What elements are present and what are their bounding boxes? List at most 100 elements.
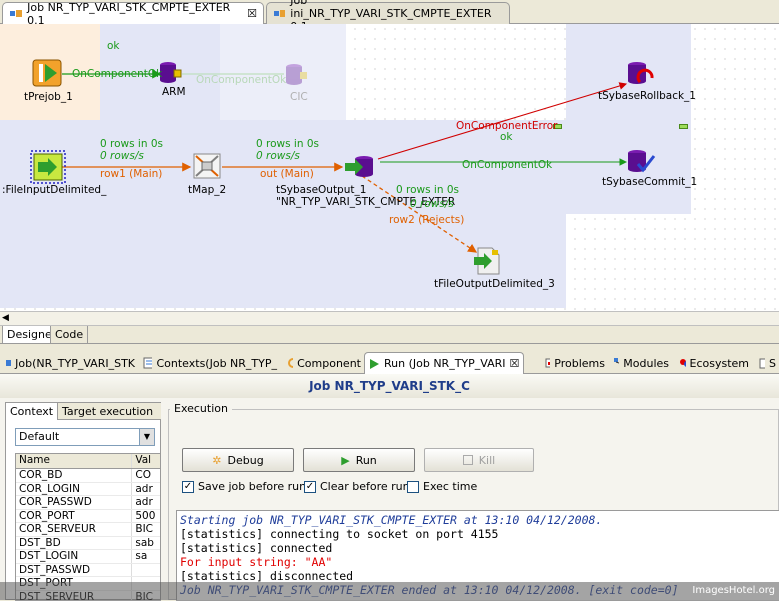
execution-panel: Execution ✲ Debug ▶ Run Kill ✓ Save job … xyxy=(168,402,779,600)
component-label-file-input[interactable]: :FileInputDelimited_ xyxy=(2,184,106,196)
scroll-left-icon[interactable]: ◀ xyxy=(2,313,9,323)
table-row[interactable]: DST_LOGINsa xyxy=(16,550,160,564)
close-icon[interactable]: ☒ xyxy=(247,7,257,20)
kill-button[interactable]: Kill xyxy=(424,448,534,472)
debug-button-label: Debug xyxy=(228,454,264,467)
component-label-arm[interactable]: ARM xyxy=(162,86,186,98)
component-label-rollback[interactable]: tSybaseRollback_1 xyxy=(598,90,696,102)
tab-context[interactable]: Context xyxy=(6,403,58,420)
variable-value[interactable]: sa xyxy=(132,550,160,563)
database-icon[interactable] xyxy=(284,62,308,88)
chevron-down-icon[interactable]: ▼ xyxy=(139,429,154,445)
component-label-tmap[interactable]: tMap_2 xyxy=(188,184,226,196)
problems-icon xyxy=(545,357,550,369)
file-output-icon[interactable] xyxy=(472,246,502,276)
component-icon xyxy=(287,357,293,369)
table-row[interactable]: DST_BDsab xyxy=(16,537,160,551)
tab-ecosystem[interactable]: Ecosystem xyxy=(676,352,752,374)
sybase-output-icon[interactable] xyxy=(344,154,376,180)
editor-tab-job-ini[interactable]: Job ini_NR_TYP_VARI_STK_CMPTE_EXTER 0.1 xyxy=(266,2,510,24)
context-select[interactable]: Default ▼ xyxy=(15,428,155,446)
scheduler-icon xyxy=(759,357,765,369)
tmap-icon[interactable] xyxy=(192,152,222,180)
tab-label: S xyxy=(769,357,776,370)
job-icon xyxy=(5,357,11,369)
column-header-name[interactable]: Name xyxy=(16,454,132,468)
table-row[interactable]: COR_SERVEURBIC xyxy=(16,523,160,537)
run-button[interactable]: ▶ Run xyxy=(303,448,415,472)
link-label-ok: ok xyxy=(107,40,120,52)
file-input-icon[interactable] xyxy=(30,150,66,184)
play-icon: ▶ xyxy=(341,454,349,467)
editor-tab-job[interactable]: Job NR_TYP_VARI_STK_CMPTE_EXTER 0.1 ☒ xyxy=(2,2,264,24)
table-header: Name Val xyxy=(16,454,160,469)
tab-code[interactable]: Code xyxy=(50,326,88,344)
context-select-value: Default xyxy=(19,430,59,443)
tab-label: Job(NR_TYP_VARI_STK xyxy=(15,357,135,370)
variable-value[interactable]: BIC xyxy=(132,523,160,536)
editor-tab-label: Job NR_TYP_VARI_STK_CMPTE_EXTER 0.1 xyxy=(27,1,238,27)
debug-button[interactable]: ✲ Debug xyxy=(182,448,294,472)
table-row[interactable]: COR_PASSWDadr xyxy=(16,496,160,510)
variable-name: DST_BD xyxy=(16,537,132,550)
component-label-file-output[interactable]: tFileOutputDelimited_3 xyxy=(434,278,555,290)
component-label-cic[interactable]: CIC xyxy=(290,91,308,103)
variable-value[interactable]: adr xyxy=(132,496,160,509)
table-row[interactable]: COR_BDCO xyxy=(16,469,160,483)
variable-value[interactable]: adr xyxy=(132,483,160,496)
gear-icon: ✲ xyxy=(212,454,221,467)
tab-label: Problems xyxy=(554,357,605,370)
tab-target-execution[interactable]: Target execution xyxy=(58,403,161,420)
tab-label: Ecosystem xyxy=(690,357,750,370)
link-label-oncomponentok: OnComponentOk xyxy=(462,159,552,171)
run-button-label: Run xyxy=(356,454,377,467)
link-label-rejects: row2 (Rejects) xyxy=(389,214,464,226)
variable-name: DST_PASSWD xyxy=(16,564,132,577)
variable-value[interactable]: CO xyxy=(132,469,160,482)
variable-name: COR_PORT xyxy=(16,510,132,523)
variable-name: DST_LOGIN xyxy=(16,550,132,563)
prejob-icon[interactable] xyxy=(32,58,64,88)
tab-job[interactable]: Job(NR_TYP_VARI_STK xyxy=(2,352,138,374)
table-row[interactable]: COR_LOGINadr xyxy=(16,483,160,497)
checkmark-icon[interactable]: ✓ xyxy=(304,481,316,493)
table-row[interactable]: DST_PASSWD xyxy=(16,564,160,578)
status-marker xyxy=(679,124,688,129)
modules-icon xyxy=(613,357,619,369)
variable-value[interactable] xyxy=(132,564,160,577)
tab-modules[interactable]: Modules xyxy=(610,352,672,374)
component-label-commit[interactable]: tSybaseCommit_1 xyxy=(602,176,697,188)
console-line: [statistics] connected xyxy=(180,541,776,555)
kill-icon xyxy=(463,455,473,465)
checkbox-empty-icon[interactable] xyxy=(407,481,419,493)
checkmark-icon[interactable]: ✓ xyxy=(182,481,194,493)
tab-scheduler[interactable]: S xyxy=(756,352,779,374)
save-job-checkbox[interactable]: ✓ Save job before run xyxy=(182,480,306,493)
save-job-label: Save job before run xyxy=(198,480,306,493)
component-label-prejob[interactable]: tPrejob_1 xyxy=(24,91,73,103)
variable-value[interactable]: 500 xyxy=(132,510,160,523)
tab-label: Contexts(Job NR_TYP_ xyxy=(156,357,277,370)
tab-contexts[interactable]: Contexts(Job NR_TYP_ xyxy=(140,352,280,374)
execution-group: ✲ Debug ▶ Run Kill ✓ Save job before run… xyxy=(168,409,779,600)
job-designer-canvas[interactable]: tPrejob_1 ARM CIC :FileInputDelimited_ t… xyxy=(0,24,779,311)
table-row[interactable]: COR_PORT500 xyxy=(16,510,160,524)
sybase-commit-icon[interactable] xyxy=(626,148,656,176)
link-label-reject-rate: 0 rows/s xyxy=(410,198,454,210)
link-label-out-count: 0 rows in 0s xyxy=(256,138,319,150)
sybase-rollback-icon[interactable] xyxy=(626,60,656,88)
variable-value[interactable]: sab xyxy=(132,537,160,550)
component-label-sybase-output[interactable]: tSybaseOutput_1 xyxy=(276,184,366,196)
console-line: For input string: "AA" xyxy=(180,555,776,569)
tab-run[interactable]: Run (Job NR_TYP_VARI ☒ xyxy=(364,352,524,374)
close-icon[interactable]: ☒ xyxy=(510,357,520,370)
exec-time-checkbox[interactable]: Exec time xyxy=(407,480,477,493)
column-header-value[interactable]: Val xyxy=(132,454,160,468)
tab-problems[interactable]: Problems xyxy=(542,352,608,374)
run-icon xyxy=(368,358,380,370)
canvas-horizontal-scrollbar[interactable]: ◀ xyxy=(0,311,779,326)
editor-tab-bar: Job NR_TYP_VARI_STK_CMPTE_EXTER 0.1 ☒ Jo… xyxy=(0,0,779,24)
clear-before-run-checkbox[interactable]: ✓ Clear before run xyxy=(304,480,410,493)
tab-component[interactable]: Component xyxy=(284,352,364,374)
context-panel: Context Target execution Default ▼ Name … xyxy=(5,402,161,600)
